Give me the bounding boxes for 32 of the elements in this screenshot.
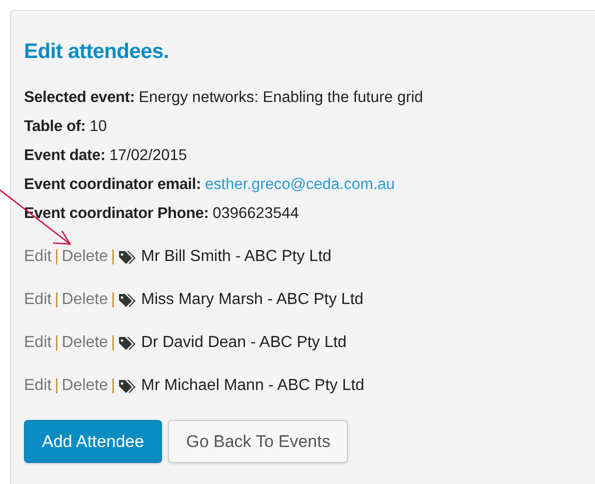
field-label: Table of: bbox=[24, 117, 86, 137]
delete-link[interactable]: Delete bbox=[62, 375, 108, 397]
separator: | bbox=[54, 376, 59, 396]
separator: | bbox=[110, 333, 116, 353]
field-label: Selected event: bbox=[24, 88, 135, 108]
edit-link[interactable]: Edit bbox=[24, 289, 52, 311]
separator: | bbox=[110, 247, 116, 267]
field-value: Energy networks: Enabling the future grid bbox=[138, 88, 424, 108]
separator: | bbox=[54, 290, 59, 310]
attendee-name: Mr Bill Smith - ABC Pty Ltd bbox=[141, 247, 332, 267]
separator: | bbox=[110, 290, 116, 310]
field-label: Event date: bbox=[24, 146, 106, 166]
attendee-name: Miss Mary Marsh - ABC Pty Ltd bbox=[141, 290, 364, 310]
edit-link[interactable]: Edit bbox=[24, 246, 52, 268]
attendee-name: Mr Michael Mann - ABC Pty Ltd bbox=[141, 376, 364, 396]
delete-link[interactable]: Delete bbox=[62, 332, 108, 354]
separator: | bbox=[54, 247, 59, 267]
separator: | bbox=[54, 333, 59, 353]
attendee-name: Dr David Dean - ABC Pty Ltd bbox=[141, 333, 347, 353]
email-link[interactable]: esther.greco@ceda.com.au bbox=[204, 170, 395, 199]
back-button[interactable]: Go Back To Events bbox=[168, 420, 348, 463]
field-value: 17/02/2015 bbox=[109, 146, 187, 166]
edit-link[interactable]: Edit bbox=[24, 375, 52, 397]
field-label: Event coordinator email: bbox=[24, 175, 201, 195]
edit-link[interactable]: Edit bbox=[24, 332, 52, 354]
delete-link[interactable]: Delete bbox=[62, 289, 108, 311]
add-attendee-button[interactable]: Add Attendee bbox=[24, 420, 162, 463]
field-value: 10 bbox=[90, 117, 107, 137]
separator: | bbox=[110, 376, 116, 396]
field-value: 0396623544 bbox=[212, 204, 299, 224]
page-title: Edit attendees. bbox=[24, 39, 170, 65]
delete-link[interactable]: Delete bbox=[62, 246, 108, 268]
